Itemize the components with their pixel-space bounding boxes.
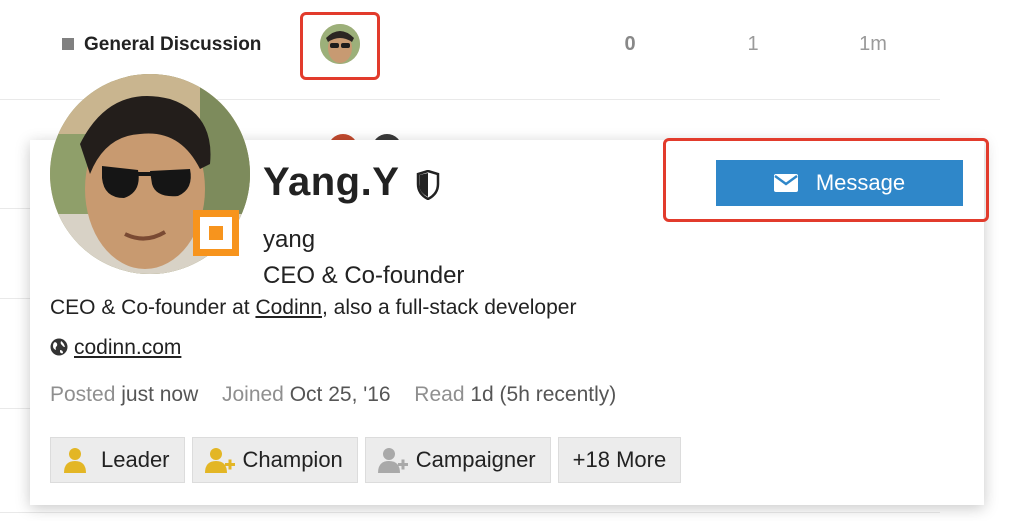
globe-icon [50,338,68,356]
badge-champion[interactable]: Champion [191,437,358,483]
joined-label: Joined [221,383,284,406]
user-title: CEO & Co-founder [263,262,465,289]
badge-campaigner[interactable]: Campaigner [364,437,551,483]
shield-icon [416,170,440,200]
category-badge [62,38,74,50]
website-link[interactable]: codinn.com [74,336,181,359]
badge-label: Campaigner [415,447,536,472]
highlight-message-button [663,138,989,222]
user-flair [193,210,239,256]
read-label: Read [414,383,465,406]
views-count: 1 [747,33,759,55]
read-value: 1d (5h recently) [470,383,617,406]
user-meta: Posted just now Joined Oct 25, '16 Read … [50,383,616,407]
badge-list: Leader Champion Campaigner +18 More [50,437,682,483]
user-icon [64,448,86,473]
user-plus-icon [377,448,408,473]
user-plus-icon [204,448,235,473]
user-bio: CEO & Co-founder at Codinn, also a full-… [50,296,576,320]
user-full-name[interactable]: Yang.Y [263,160,399,205]
joined-value: Oct 25, '16 [289,383,391,406]
badge-label: +18 More [572,447,667,472]
user-website: codinn.com [50,336,181,360]
flair-icon [209,226,223,240]
row-divider [0,512,940,513]
badge-label: Champion [242,447,343,472]
bio-text: , also a full-stack developer [322,296,577,319]
bio-text: CEO & Co-founder at [50,296,256,319]
posted-value: just now [121,383,199,406]
bio-link[interactable]: Codinn [255,296,322,319]
badge-label: Leader [101,447,170,472]
activity-time[interactable]: 1m [843,33,903,56]
highlight-poster-avatar [300,12,380,80]
category-name[interactable]: General Discussion [84,34,261,56]
username: yang [263,226,316,253]
replies-count: 0 [624,33,636,55]
badge-leader[interactable]: Leader [50,437,185,483]
more-badges-button[interactable]: +18 More [557,437,682,483]
posted-label: Posted [50,383,116,406]
